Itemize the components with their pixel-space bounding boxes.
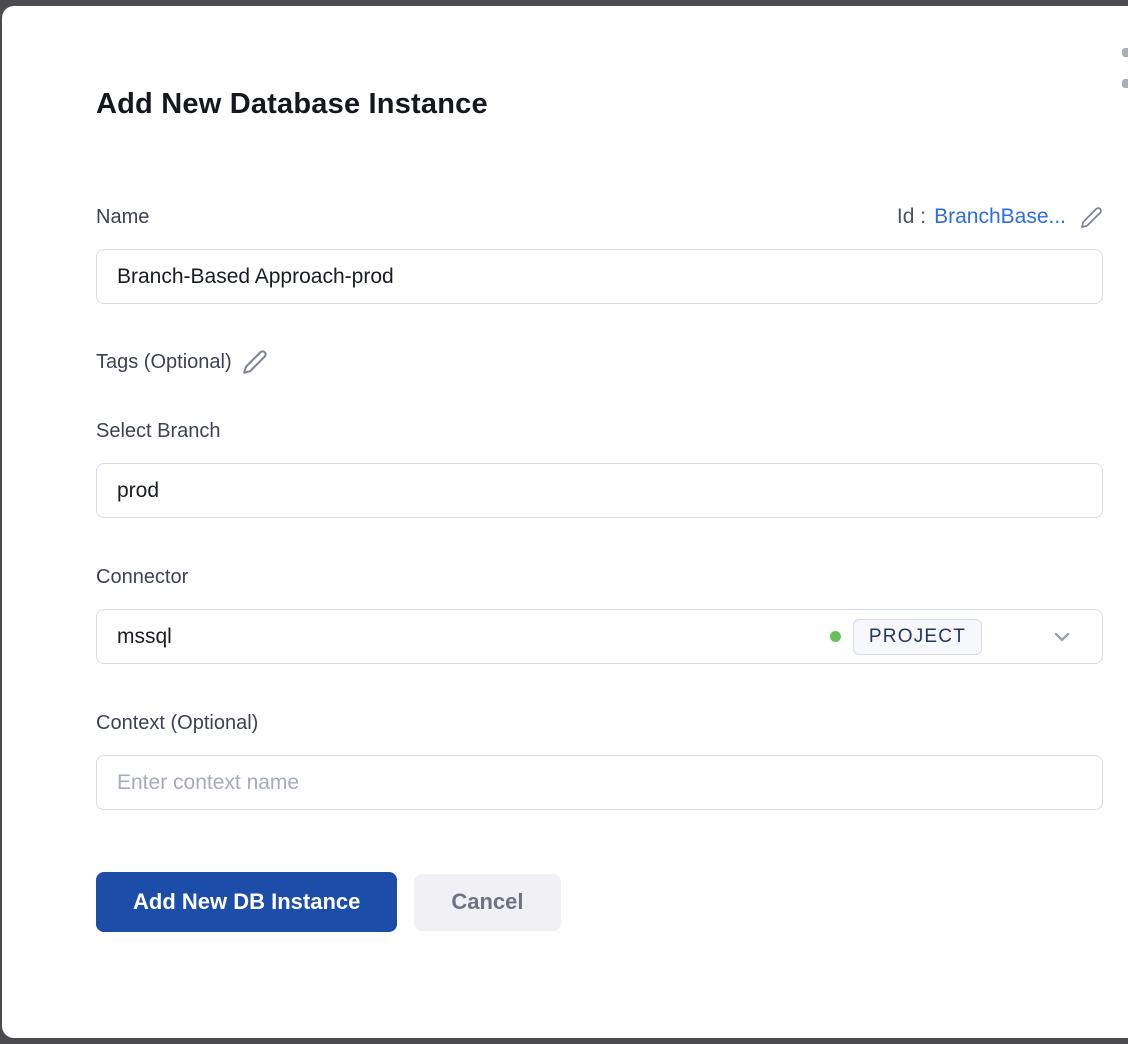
- pencil-icon: [1080, 206, 1103, 229]
- modal-content: Add New Database Instance Name Id : Bran…: [2, 6, 1128, 932]
- branch-input[interactable]: [96, 463, 1103, 518]
- tags-label: Tags (Optional): [96, 351, 232, 374]
- branch-label: Select Branch: [96, 420, 1103, 443]
- tags-field-header: Tags (Optional): [96, 349, 1103, 375]
- edit-id-button[interactable]: [1080, 206, 1103, 229]
- name-label: Name: [96, 206, 149, 229]
- context-input[interactable]: [96, 755, 1103, 810]
- project-scope-badge: PROJECT: [853, 619, 982, 655]
- add-db-instance-button[interactable]: Add New DB Instance: [96, 872, 397, 932]
- connector-label: Connector: [96, 566, 1103, 589]
- connector-select[interactable]: mssql PROJECT: [96, 609, 1103, 664]
- pencil-icon: [242, 349, 268, 375]
- add-db-instance-modal: Add New Database Instance Name Id : Bran…: [2, 6, 1128, 1038]
- edit-tags-button[interactable]: [242, 349, 268, 375]
- modal-title: Add New Database Instance: [96, 88, 1103, 121]
- status-dot-icon: [830, 631, 841, 642]
- instance-id-group: Id : BranchBase...: [897, 205, 1103, 229]
- name-field-header: Name Id : BranchBase...: [96, 205, 1103, 229]
- cancel-button[interactable]: Cancel: [414, 874, 560, 931]
- name-input[interactable]: [96, 249, 1103, 304]
- id-prefix-label: Id :: [897, 205, 926, 229]
- clipped-edge-icon: [1122, 48, 1128, 88]
- connector-value: mssql: [117, 625, 830, 649]
- chevron-down-icon: [1050, 625, 1074, 649]
- instance-id-link[interactable]: BranchBase...: [934, 205, 1066, 229]
- modal-actions: Add New DB Instance Cancel: [96, 872, 1103, 932]
- context-label: Context (Optional): [96, 712, 1103, 735]
